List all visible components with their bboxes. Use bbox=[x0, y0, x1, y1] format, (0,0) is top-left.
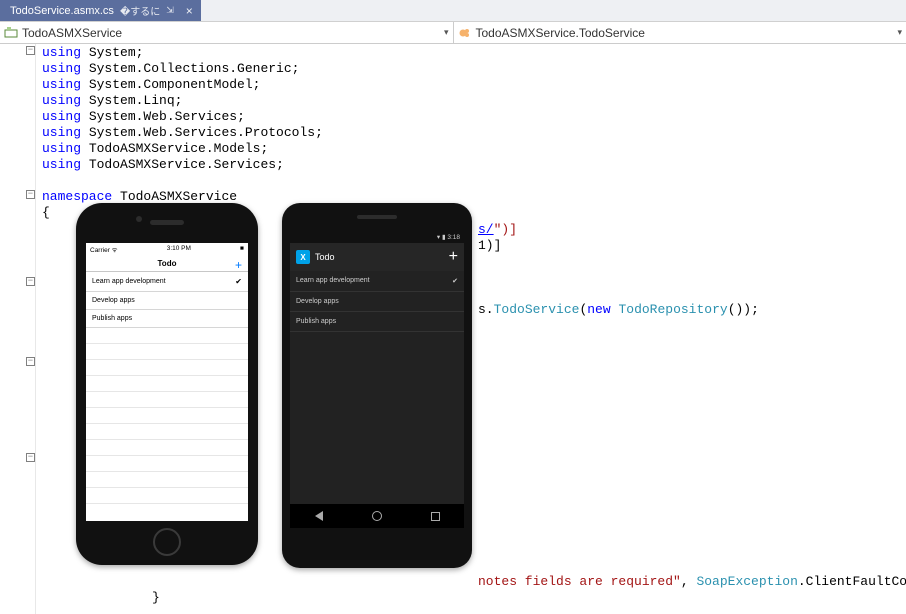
namespace-dropdown[interactable]: TodoASMXService ▾ bbox=[0, 22, 454, 43]
list-item[interactable]: Develop apps bbox=[290, 292, 464, 312]
iphone-mockup: Carrier ᯤ 3:10 PM ■ Todo + Learn app dev… bbox=[76, 203, 258, 565]
app-logo-icon: X bbox=[296, 250, 310, 264]
android-nav-bar bbox=[290, 504, 464, 528]
status-battery-icon: ■ bbox=[240, 245, 244, 254]
code-text: , bbox=[681, 574, 697, 589]
code-nav-bar: TodoASMXService ▾ TodoASMXService.TodoSe… bbox=[0, 22, 906, 44]
list-item[interactable]: Develop apps bbox=[86, 292, 248, 310]
list-item[interactable]: Learn app development ✔ bbox=[86, 272, 248, 292]
list-item[interactable]: Learn app development ✔ bbox=[290, 271, 464, 292]
code-text: System bbox=[89, 45, 136, 60]
list-item-label: Learn app development bbox=[296, 277, 370, 285]
android-screen: ▾ ▮ 3:18 X Todo + Learn app development ✔… bbox=[290, 231, 464, 528]
keyword: using bbox=[42, 157, 81, 172]
editor-gutter: − − − − − bbox=[0, 44, 36, 614]
code-text: ()); bbox=[728, 302, 759, 317]
keyword: using bbox=[42, 93, 81, 108]
code-text: System.Collections.Generic bbox=[89, 61, 292, 76]
phone-mockups-overlay: Carrier ᯤ 3:10 PM ■ Todo + Learn app dev… bbox=[76, 203, 472, 568]
list-item-label: Learn app development bbox=[92, 278, 166, 285]
document-tab-bar: TodoService.asmx.cs �するに ⇲ × bbox=[0, 0, 906, 22]
pin-icon[interactable]: �するに bbox=[120, 3, 160, 18]
outline-collapse-toggle[interactable]: − bbox=[26, 453, 35, 462]
outline-collapse-toggle[interactable]: − bbox=[26, 190, 35, 199]
ios-title-label: Todo bbox=[158, 259, 177, 268]
code-text: s. bbox=[478, 302, 494, 317]
phone-camera bbox=[136, 216, 142, 222]
namespace-label: TodoASMXService bbox=[22, 26, 122, 40]
code-text: TodoASMXService bbox=[120, 189, 237, 204]
list-item-label: Develop apps bbox=[296, 298, 339, 305]
class-icon bbox=[458, 26, 472, 40]
code-text: 1)] bbox=[478, 238, 501, 253]
add-button[interactable]: + bbox=[449, 248, 458, 266]
code-text: s/ bbox=[478, 222, 494, 237]
code-text: .ClientFaultCode); bbox=[798, 574, 906, 589]
phone-speaker bbox=[150, 220, 184, 225]
list-item[interactable]: Publish apps bbox=[290, 312, 464, 332]
keyword: using bbox=[42, 109, 81, 124]
code-text: TodoRepository bbox=[618, 302, 727, 317]
keyword: using bbox=[42, 125, 81, 140]
code-text: System.Web.Services bbox=[89, 109, 237, 124]
android-status-bar: ▾ ▮ 3:18 bbox=[290, 231, 464, 243]
status-time: 3:10 PM bbox=[167, 245, 191, 254]
code-text: System.Linq bbox=[89, 93, 175, 108]
code-text: SoapException bbox=[696, 574, 797, 589]
code-text: System.ComponentModel bbox=[89, 77, 253, 92]
add-button[interactable]: + bbox=[235, 258, 242, 272]
code-text: TodoService bbox=[494, 302, 580, 317]
status-carrier: Carrier ᯤ bbox=[90, 245, 118, 254]
keyword: using bbox=[42, 141, 81, 156]
list-item-label: Develop apps bbox=[92, 297, 135, 304]
iphone-screen: Carrier ᯤ 3:10 PM ■ Todo + Learn app dev… bbox=[86, 243, 248, 521]
code-text: TodoASMXService.Models bbox=[89, 141, 261, 156]
phone-speaker bbox=[357, 215, 397, 219]
outline-collapse-toggle[interactable]: − bbox=[26, 277, 35, 286]
back-icon[interactable] bbox=[315, 511, 323, 521]
code-text: notes fields are required" bbox=[478, 574, 681, 589]
tab-filename: TodoService.asmx.cs bbox=[10, 5, 114, 17]
document-tab-active[interactable]: TodoService.asmx.cs �するに ⇲ × bbox=[0, 0, 201, 21]
list-item-label: Publish apps bbox=[92, 315, 132, 322]
keyword: using bbox=[42, 77, 81, 92]
chevron-down-icon: ▾ bbox=[897, 27, 902, 38]
home-button bbox=[153, 528, 181, 556]
close-icon[interactable]: × bbox=[186, 4, 193, 18]
android-title-label: Todo bbox=[315, 252, 444, 262]
check-icon: ✔ bbox=[235, 277, 242, 286]
class-dropdown[interactable]: TodoASMXService.TodoService ▾ bbox=[454, 22, 906, 43]
recent-apps-icon[interactable] bbox=[431, 512, 440, 521]
keyword: namespace bbox=[42, 189, 112, 204]
android-mockup: ▾ ▮ 3:18 X Todo + Learn app development ✔… bbox=[282, 203, 472, 568]
outline-collapse-toggle[interactable]: − bbox=[26, 357, 35, 366]
code-text: } bbox=[152, 590, 160, 605]
code-text: { bbox=[42, 205, 50, 220]
home-icon[interactable] bbox=[372, 511, 382, 521]
check-icon: ✔ bbox=[452, 277, 458, 285]
keyword: using bbox=[42, 45, 81, 60]
android-appbar: X Todo + bbox=[290, 243, 464, 271]
code-text: TodoASMXService.Services bbox=[89, 157, 276, 172]
keyword: new bbox=[587, 302, 610, 317]
code-text: System.Web.Services.Protocols bbox=[89, 125, 315, 140]
outline-collapse-toggle[interactable]: − bbox=[26, 46, 35, 55]
keyword: using bbox=[42, 61, 81, 76]
namespace-icon bbox=[4, 26, 18, 40]
ios-status-bar: Carrier ᯤ 3:10 PM ■ bbox=[86, 243, 248, 256]
ios-navbar: Todo + bbox=[86, 256, 248, 272]
chevron-down-icon: ▾ bbox=[444, 27, 449, 38]
pin-icon[interactable]: ⇲ bbox=[166, 5, 174, 16]
list-item[interactable]: Publish apps bbox=[86, 310, 248, 328]
status-icons: ▾ ▮ 3:18 bbox=[437, 233, 460, 241]
list-item-label: Publish apps bbox=[296, 318, 336, 325]
class-label: TodoASMXService.TodoService bbox=[476, 26, 645, 40]
code-text: ")] bbox=[494, 222, 517, 237]
